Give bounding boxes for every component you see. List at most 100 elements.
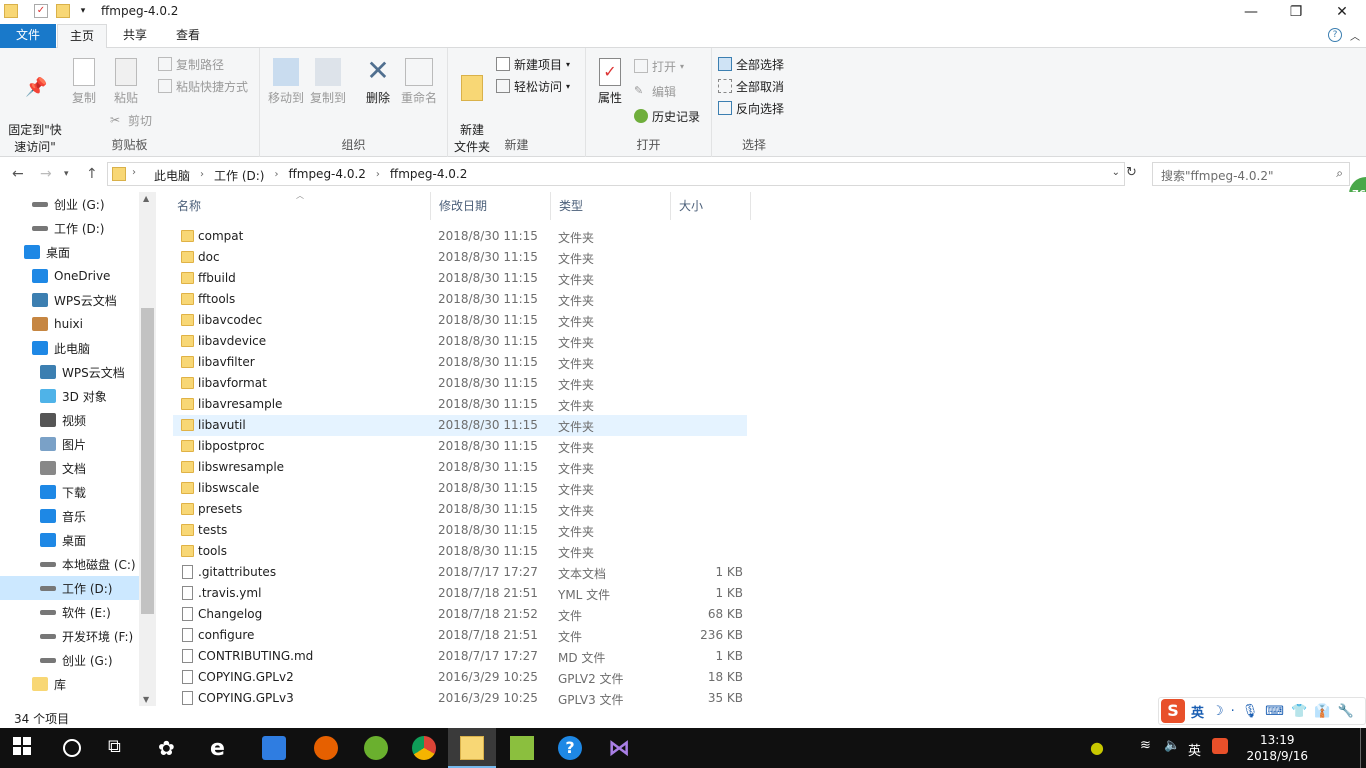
move-to-button[interactable]: 移动到 (266, 58, 306, 107)
nav-item[interactable]: WPS云文档 (0, 288, 139, 312)
file-row[interactable]: .gitattributes 2018/7/17 17:27 文本文档 1 KB (173, 562, 747, 583)
nav-item[interactable]: 桌面 (0, 240, 139, 264)
sogou-tray-icon[interactable] (1212, 738, 1228, 754)
start-icon[interactable] (12, 736, 36, 760)
delete-button[interactable]: ✕ 删除 (360, 56, 396, 107)
copy-to-button[interactable]: 复制到 (308, 58, 348, 107)
file-row[interactable]: libswscale 2018/8/30 11:15 文件夹 (173, 478, 747, 499)
nav-item[interactable]: 文档 (0, 456, 139, 480)
tab-share[interactable]: 共享 (110, 24, 160, 48)
chevron-right-icon[interactable]: › (270, 167, 282, 184)
clock[interactable]: 13:19 2018/9/16 (1246, 732, 1308, 764)
edit-button[interactable]: ✎ 编辑 (634, 81, 676, 101)
nav-item[interactable]: 软件 (E:) (0, 600, 139, 624)
copy-path-button[interactable]: 复制路径 (158, 54, 224, 74)
properties-button[interactable]: ✓ 属性 (592, 58, 628, 107)
easy-access-button[interactable]: 轻松访问 ▾ (496, 76, 570, 96)
properties-check-icon[interactable]: ✓ (34, 4, 48, 18)
breadcrumb-drive-d[interactable]: 工作 (D:) (208, 167, 270, 184)
select-none-button[interactable]: 全部取消 (718, 76, 784, 96)
back-arrow-icon[interactable]: ← (12, 166, 24, 182)
file-row[interactable]: tests 2018/8/30 11:15 文件夹 (173, 520, 747, 541)
breadcrumb-this-pc[interactable]: 此电脑 (148, 167, 196, 184)
chevron-right-icon[interactable]: › (196, 167, 208, 184)
file-row[interactable]: libavformat 2018/8/30 11:15 文件夹 (173, 373, 747, 394)
360-browser-icon[interactable] (364, 736, 388, 760)
file-row[interactable]: CONTRIBUTING.md 2018/7/17 17:27 MD 文件 1 KB (173, 646, 747, 667)
file-row[interactable]: ffbuild 2018/8/30 11:15 文件夹 (173, 268, 747, 289)
column-header-type[interactable]: 类型 (551, 192, 671, 220)
ime-language[interactable]: 英 (1191, 702, 1204, 721)
file-row[interactable]: libpostproc 2018/8/30 11:15 文件夹 (173, 436, 747, 457)
rename-button[interactable]: 重命名 (398, 58, 440, 107)
nav-item[interactable]: 工作 (D:) (0, 576, 139, 600)
file-list-scrollbar[interactable] (1350, 192, 1366, 706)
search-input[interactable]: 搜索"ffmpeg-4.0.2" (1161, 167, 1273, 184)
column-header-name[interactable]: 名称 (169, 192, 431, 220)
nav-item[interactable]: WPS云文档 (0, 360, 139, 384)
file-row[interactable]: tools 2018/8/30 11:15 文件夹 (173, 541, 747, 562)
nav-item[interactable]: 此电脑 (0, 336, 139, 360)
show-desktop-button[interactable] (1360, 728, 1366, 768)
file-row[interactable]: libswresample 2018/8/30 11:15 文件夹 (173, 457, 747, 478)
new-folder-icon[interactable] (56, 4, 70, 18)
scroll-down-icon[interactable]: ▼ (143, 695, 149, 704)
nav-item[interactable]: 音乐 (0, 504, 139, 528)
refresh-icon[interactable]: ↻ (1126, 165, 1137, 180)
chrome-icon[interactable] (412, 736, 436, 760)
file-row[interactable]: .travis.yml 2018/7/18 21:51 YML 文件 1 KB (173, 583, 747, 604)
file-row[interactable]: Changelog 2018/7/18 21:52 文件 68 KB (173, 604, 747, 625)
history-button[interactable]: 历史记录 (634, 106, 700, 126)
nav-item[interactable]: 库 (0, 672, 139, 696)
cut-button[interactable]: ✂ 剪切 (110, 110, 152, 130)
up-arrow-icon[interactable]: ↑ (86, 166, 98, 182)
chevron-down-icon[interactable]: ⌄ (1112, 167, 1120, 178)
nav-item[interactable]: 本地磁盘 (C:) (0, 552, 139, 576)
help-icon[interactable]: ? (1328, 28, 1342, 42)
file-row[interactable]: libavfilter 2018/8/30 11:15 文件夹 (173, 352, 747, 373)
column-header-size[interactable]: 大小 (671, 192, 751, 220)
tab-view[interactable]: 查看 (163, 24, 213, 48)
paste-button[interactable]: 粘贴 (108, 58, 144, 107)
nav-item[interactable]: 视频 (0, 408, 139, 432)
app-pinwheel-icon[interactable]: ✿ (158, 736, 182, 760)
input-language[interactable]: 英 (1188, 740, 1201, 759)
ime-tools-icon[interactable]: ☽·🎙⌨👕👔🔧 (1212, 704, 1361, 719)
invert-selection-button[interactable]: 反向选择 (718, 98, 784, 118)
nav-item[interactable]: 桌面 (0, 528, 139, 552)
volume-icon[interactable]: 🔈 (1164, 738, 1180, 753)
nav-item[interactable]: 3D 对象 (0, 384, 139, 408)
close-button[interactable]: ✕ (1319, 0, 1365, 24)
nav-scrollbar-thumb[interactable] (141, 308, 154, 614)
chevron-right-icon[interactable]: › (372, 167, 384, 184)
select-all-button[interactable]: 全部选择 (718, 54, 784, 74)
quick-access-dropdown-icon[interactable]: ▾ (76, 4, 90, 18)
new-item-button[interactable]: 新建项目 ▾ (496, 54, 570, 74)
breadcrumb-ffmpeg-current[interactable]: ffmpeg-4.0.2 (384, 167, 473, 184)
cortana-icon[interactable] (60, 736, 84, 760)
nav-item[interactable]: 下载 (0, 480, 139, 504)
firefox-icon[interactable] (314, 736, 338, 760)
network-icon[interactable]: ≋ (1140, 738, 1151, 753)
search-box[interactable]: 搜索"ffmpeg-4.0.2" ⌕ (1152, 162, 1350, 186)
address-bar[interactable]: › 此电脑 › 工作 (D:) › ffmpeg-4.0.2 › ffmpeg-4.0… (107, 162, 1125, 186)
open-button[interactable]: 打开 ▾ (634, 56, 684, 76)
file-explorer-icon[interactable] (460, 736, 484, 760)
taskview-icon[interactable]: ⧉ (108, 736, 132, 760)
scroll-up-icon[interactable]: ▲ (143, 194, 149, 203)
sogou-logo-icon[interactable]: S (1161, 699, 1185, 723)
search-icon[interactable]: ⌕ (1336, 166, 1343, 181)
visual-studio-icon[interactable]: ⋈ (608, 736, 632, 761)
maximize-button[interactable]: ❐ (1273, 0, 1319, 24)
file-row[interactable]: compat 2018/8/30 11:15 文件夹 (173, 226, 747, 247)
ribbon-collapse-icon[interactable]: ︿ (1350, 28, 1360, 43)
tab-home[interactable]: 主页 (57, 24, 107, 49)
file-row[interactable]: libavcodec 2018/8/30 11:15 文件夹 (173, 310, 747, 331)
file-row[interactable]: libavresample 2018/8/30 11:15 文件夹 (173, 394, 747, 415)
feishu-icon[interactable] (262, 736, 286, 760)
ime-toolbar[interactable]: S 英 ☽·🎙⌨👕👔🔧 (1158, 697, 1366, 725)
column-header-date[interactable]: 修改日期 (431, 192, 551, 220)
nav-item[interactable]: OneDrive (0, 264, 139, 288)
file-row[interactable]: libavdevice 2018/8/30 11:15 文件夹 (173, 331, 747, 352)
nav-item[interactable]: 开发环境 (F:) (0, 624, 139, 648)
